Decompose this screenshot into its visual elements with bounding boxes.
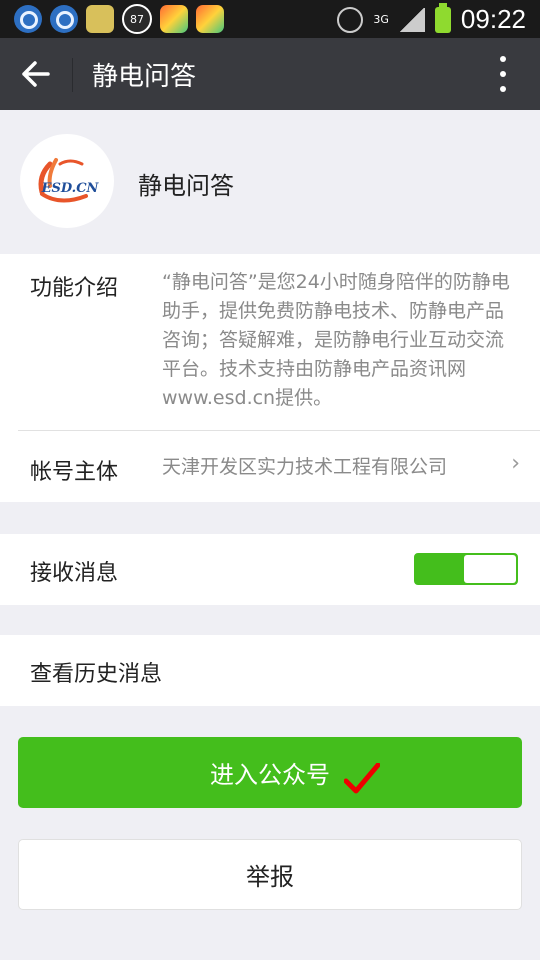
notification-badge: 87 xyxy=(122,4,152,34)
page-title: 静电问答 xyxy=(92,62,197,92)
report-button[interactable]: 举报 xyxy=(18,839,522,910)
arrow-left-icon xyxy=(22,61,50,87)
more-button[interactable] xyxy=(496,56,510,92)
info-card: 功能介绍 “静电问答”是您24小时随身陪伴的防静电助手，提供免费防静电技术、防静… xyxy=(0,254,540,502)
enter-account-label: 进入公众号 xyxy=(210,761,330,789)
history-label: 查看历史消息 xyxy=(30,662,163,687)
profile-name: 静电问答 xyxy=(138,172,234,200)
receive-card: 接收消息 xyxy=(0,534,540,605)
battery-icon xyxy=(434,2,451,33)
app-icon xyxy=(160,5,188,33)
intro-text: “静电问答”是您24小时随身陪伴的防静电助手，提供免费防静电技术、防静电产品咨询… xyxy=(162,271,510,409)
app-icon xyxy=(196,5,224,33)
report-label: 举报 xyxy=(246,863,294,891)
enter-account-button[interactable]: 进入公众号 xyxy=(18,737,522,808)
mail-icon xyxy=(86,5,114,33)
clock: 09:22 xyxy=(460,4,526,34)
intro-label: 功能介绍 xyxy=(30,276,119,301)
profile-header: ESD.CN 静电问答 xyxy=(0,110,540,254)
checkmark-icon xyxy=(344,763,380,794)
title-divider xyxy=(72,58,73,92)
history-row[interactable]: 查看历史消息 xyxy=(0,635,540,706)
alarm-icon xyxy=(337,6,364,33)
account-label: 帐号主体 xyxy=(30,460,119,485)
network-indicator: 3G xyxy=(373,12,389,26)
signal-icon xyxy=(398,7,425,32)
receive-toggle[interactable] xyxy=(414,553,518,585)
back-button[interactable] xyxy=(18,56,54,92)
notification-icons: 87 xyxy=(14,4,224,34)
more-vertical-icon xyxy=(500,56,506,62)
account-value: 天津开发区实力技术工程有限公司 xyxy=(162,456,448,478)
avatar[interactable]: ESD.CN xyxy=(20,134,114,228)
account-row[interactable]: 帐号主体 天津开发区实力技术工程有限公司 › xyxy=(0,431,540,502)
status-bar: 87 3G 09:22 xyxy=(0,0,540,38)
system-indicators: 3G 09:22 xyxy=(337,2,526,35)
logo-text: ESD.CN xyxy=(41,181,100,196)
toggle-knob xyxy=(464,555,516,583)
chevron-right-icon: › xyxy=(511,451,520,476)
esd-logo-icon: ESD.CN xyxy=(38,158,100,203)
qq-icon xyxy=(50,5,78,33)
qq-icon xyxy=(14,5,42,33)
title-bar: 静电问答 xyxy=(0,38,540,110)
receive-label: 接收消息 xyxy=(30,561,119,586)
